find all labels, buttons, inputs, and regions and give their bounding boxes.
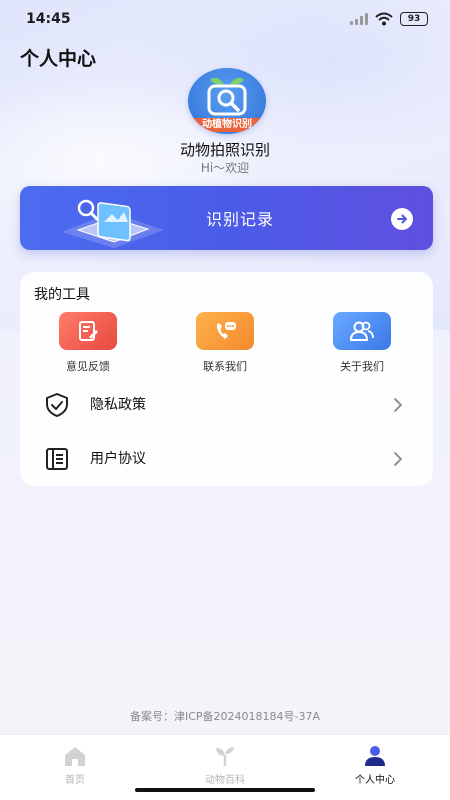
contact-us-button[interactable]: 联系我们	[175, 312, 275, 374]
shield-check-icon	[46, 393, 68, 417]
arrow-right-icon	[391, 208, 413, 230]
battery-icon: 93	[400, 12, 428, 26]
home-icon	[65, 747, 85, 766]
tab-profile-label: 个人中心	[355, 775, 395, 786]
tab-home-label: 首页	[65, 775, 85, 786]
home-indicator	[135, 788, 315, 792]
logo-banner-text: 动植物识别	[188, 118, 266, 132]
icp-record-text: 备案号：津ICP备2024018184号-37A	[129, 710, 321, 723]
battery-level: 93	[407, 14, 421, 24]
signal-icon	[350, 13, 368, 25]
user-agreement-label: 用户协议	[90, 451, 146, 467]
about-us-button[interactable]: 关于我们	[312, 312, 412, 374]
my-tools-card: 我的工具 意见反馈 联系我们 关于我们 隐私政策 用户协议	[20, 272, 433, 486]
feedback-icon	[59, 312, 117, 350]
document-icon	[46, 448, 68, 470]
tab-home[interactable]: 首页	[0, 735, 150, 800]
greeting-text: Hi～欢迎	[200, 161, 250, 175]
app-name: 动物拍照识别	[179, 141, 270, 159]
chevron-right-icon	[394, 398, 402, 412]
contact-us-label: 联系我们	[203, 360, 247, 373]
recognition-record-button[interactable]: 识别记录	[20, 186, 433, 250]
tab-encyclopedia-label: 动物百科	[205, 775, 245, 786]
status-bar: 14:45 93	[0, 0, 450, 38]
feedback-button[interactable]: 意见反馈	[38, 312, 138, 374]
status-time: 14:45	[26, 11, 71, 27]
about-us-label: 关于我们	[340, 360, 384, 373]
feedback-label: 意见反馈	[66, 360, 110, 373]
app-logo: 动植物识别	[188, 68, 266, 134]
person-icon	[365, 746, 385, 766]
sprout-icon	[216, 747, 234, 766]
page-title: 个人中心	[20, 48, 97, 70]
user-agreement-row[interactable]: 用户协议	[20, 432, 433, 484]
tab-profile[interactable]: 个人中心	[300, 735, 450, 800]
phone-chat-icon	[196, 312, 254, 350]
record-illustration-icon	[62, 199, 164, 248]
privacy-policy-label: 隐私政策	[90, 397, 146, 413]
chevron-right-icon	[394, 452, 402, 466]
status-icons: 93	[350, 12, 428, 26]
recognition-record-label: 识别记录	[206, 210, 275, 229]
my-tools-title: 我的工具	[34, 287, 90, 303]
users-icon	[333, 312, 391, 350]
wifi-icon	[375, 12, 393, 26]
privacy-policy-row[interactable]: 隐私政策	[20, 378, 433, 430]
